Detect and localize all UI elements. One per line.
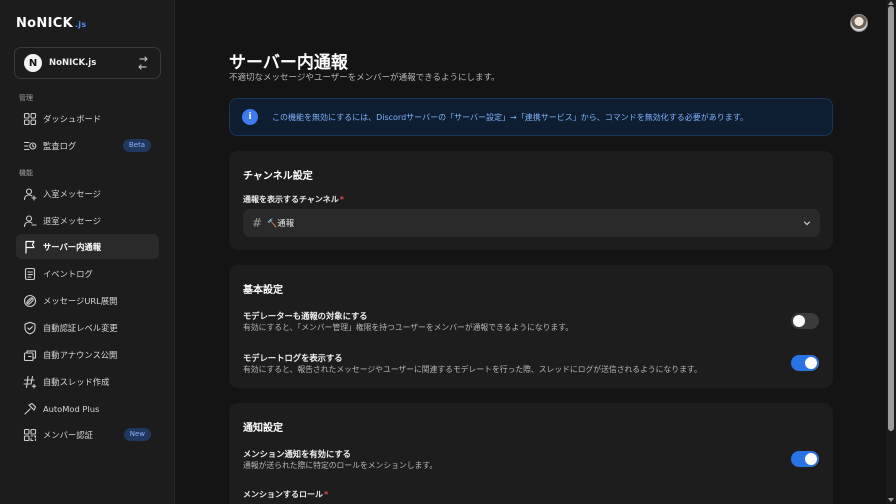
info-icon: i xyxy=(242,109,258,125)
moderator-report-toggle[interactable] xyxy=(791,313,819,329)
sidebar-item-label: 自動アナウンス公開 xyxy=(43,349,118,360)
sidebar: NoNICK .js N NoNICK.js 管理 ダッシュボード 監査ログ Be… xyxy=(0,0,175,504)
card-title: 基本設定 xyxy=(243,285,283,296)
setting-description: 通報が送られた際に特定のロールをメンションします。 xyxy=(243,461,438,470)
sidebar-item-leave-message[interactable]: 退室メッセージ xyxy=(16,208,159,233)
notification-settings-card: 通知設定 メンション通知を有効にする 通報が送られた際に特定のロールをメンション… xyxy=(229,403,833,504)
dashboard-icon xyxy=(23,112,37,125)
sidebar-item-label: 退室メッセージ xyxy=(43,215,101,226)
app-logo[interactable]: NoNICK .js xyxy=(16,16,86,31)
sidebar-item-auto-announce[interactable]: 自動アナウンス公開 xyxy=(16,342,159,367)
sidebar-item-join-message[interactable]: 入室メッセージ xyxy=(16,181,159,206)
channel-select[interactable]: # 🔨通報 xyxy=(243,209,820,237)
thread-icon xyxy=(23,375,37,389)
logo-text: NoNICK xyxy=(16,16,73,31)
required-mark: * xyxy=(339,195,344,204)
logo-suffix: .js xyxy=(74,20,87,29)
sidebar-item-label: サーバー内通報 xyxy=(43,241,101,252)
sidebar-item-label: 監査ログ xyxy=(43,140,77,151)
hash-icon: # xyxy=(252,216,263,230)
member-verify-icon xyxy=(23,428,37,441)
sidebar-item-server-report[interactable]: サーバー内通報 xyxy=(16,234,159,259)
setting-description: 有効にすると、「メンバー管理」権限を持つユーザーをメンバーが通報できるようになり… xyxy=(243,323,574,332)
sidebar-item-automod-plus[interactable]: AutoMod Plus xyxy=(16,396,159,421)
field-label-text: 通報を表示するチャンネル xyxy=(243,195,339,204)
sidebar-item-label: イベントログ xyxy=(43,268,93,279)
beta-badge: Beta xyxy=(122,139,151,152)
required-mark: * xyxy=(324,490,329,499)
megaphone-icon xyxy=(23,349,37,361)
selected-channel: 🔨通報 xyxy=(267,218,294,228)
flag-icon xyxy=(25,240,35,254)
user-join-icon xyxy=(23,187,37,201)
toggle-knob xyxy=(805,357,817,369)
sidebar-item-label: 入室メッセージ xyxy=(43,188,101,199)
sidebar-item-auto-thread[interactable]: 自動スレッド作成 xyxy=(16,369,159,394)
sidebar-item-label: メンバー認証 xyxy=(43,429,93,440)
moderate-log-toggle[interactable] xyxy=(791,355,819,371)
message-link-icon xyxy=(23,294,37,307)
main-content: サーバー内通報 不適切なメッセージやユーザーをメンバーが通報できるようにします。… xyxy=(176,0,886,504)
scrollbar[interactable] xyxy=(886,0,896,504)
automod-icon xyxy=(24,402,37,415)
sidebar-item-label: メッセージURL展開 xyxy=(43,295,118,306)
new-badge: New xyxy=(123,428,151,441)
sidebar-item-dashboard[interactable]: ダッシュボード xyxy=(16,106,159,131)
page-title: サーバー内通報 xyxy=(229,53,348,73)
page-description: 不適切なメッセージやユーザーをメンバーが通報できるようにします。 xyxy=(229,73,500,83)
setting-title: モデレーターも通報の対象にする xyxy=(243,311,368,321)
section-label-manage: 管理 xyxy=(19,94,33,102)
sidebar-item-label: ダッシュボード xyxy=(43,113,102,124)
user-leave-icon xyxy=(23,214,37,227)
section-label-features: 機能 xyxy=(19,169,33,177)
audit-log-icon xyxy=(23,141,37,150)
guild-switcher[interactable]: N NoNICK.js xyxy=(14,47,161,79)
mention-role-label: メンションするロール* xyxy=(243,489,328,500)
swap-icon xyxy=(138,56,148,70)
card-title: 通知設定 xyxy=(243,423,283,434)
mention-toggle[interactable] xyxy=(791,451,819,467)
chevron-down-icon xyxy=(803,221,811,226)
sidebar-item-event-log[interactable]: イベントログ xyxy=(16,261,159,286)
info-alert: i この機能を無効にするには、Discordサーバーの「サーバー設定」→「連携サ… xyxy=(229,98,833,136)
guild-name: NoNICK.js xyxy=(49,58,97,68)
guild-avatar: N xyxy=(24,54,42,72)
field-label-text: メンションするロール xyxy=(243,490,323,499)
sidebar-item-auto-verification[interactable]: 自動認証レベル変更 xyxy=(16,315,159,340)
user-avatar[interactable] xyxy=(850,14,868,32)
basic-settings-card: 基本設定 モデレーターも通報の対象にする 有効にすると、「メンバー管理」権限を持… xyxy=(229,265,833,388)
sidebar-item-label: 自動スレッド作成 xyxy=(43,376,110,387)
channel-field-label: 通報を表示するチャンネル* xyxy=(243,194,344,205)
alert-text: この機能を無効にするには、Discordサーバーの「サーバー設定」→「連携サービ… xyxy=(272,112,748,122)
setting-title: モデレートログを表示する xyxy=(243,353,343,363)
setting-title: メンション通知を有効にする xyxy=(243,449,351,459)
card-title: チャンネル設定 xyxy=(243,171,313,182)
scroll-down-icon[interactable] xyxy=(888,498,894,503)
toggle-knob xyxy=(805,453,817,465)
setting-description: 有効にすると、報告されたメッセージやユーザーに関連するモデレートを行った際、スレ… xyxy=(243,365,702,374)
scrollbar-thumb[interactable] xyxy=(888,6,894,431)
sidebar-item-message-url[interactable]: メッセージURL展開 xyxy=(16,288,159,313)
sidebar-item-label: AutoMod Plus xyxy=(43,403,100,414)
sidebar-item-label: 自動認証レベル変更 xyxy=(43,322,118,333)
event-log-icon xyxy=(24,267,36,280)
toggle-knob xyxy=(793,315,805,327)
sidebar-item-audit-log[interactable]: 監査ログ Beta xyxy=(16,133,159,158)
channel-settings-card: チャンネル設定 通報を表示するチャンネル* # 🔨通報 xyxy=(229,151,833,250)
scroll-up-icon[interactable] xyxy=(888,0,894,5)
sidebar-item-member-verification[interactable]: メンバー認証 New xyxy=(16,422,159,447)
shield-icon xyxy=(24,321,36,334)
